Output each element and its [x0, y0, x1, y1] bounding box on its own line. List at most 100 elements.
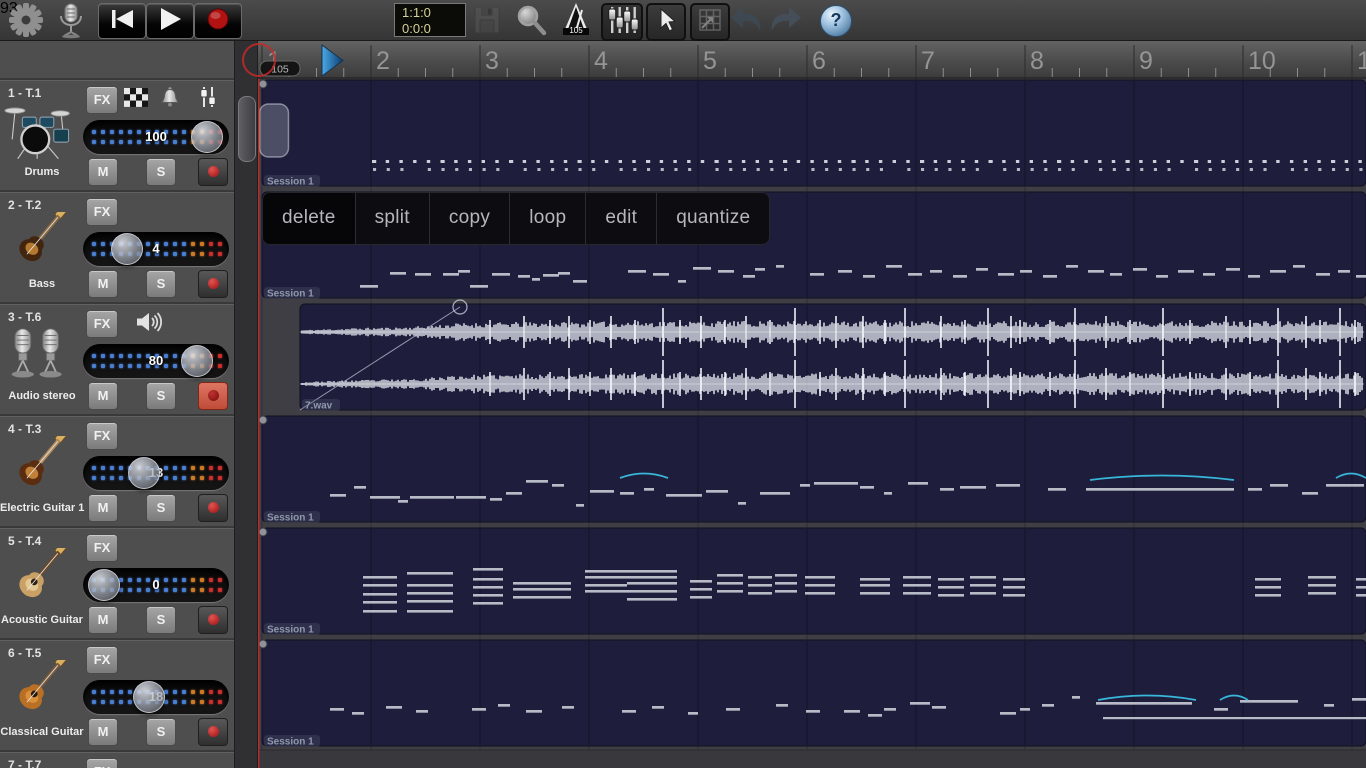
track-solo-button[interactable]: S	[146, 606, 176, 634]
mixer-button[interactable]	[601, 3, 643, 41]
midi-note	[330, 708, 344, 711]
track-record-arm-button[interactable]	[198, 606, 228, 634]
chord-note	[748, 584, 772, 587]
track-volume-slider[interactable]: 0	[83, 568, 229, 602]
pointer-tool-button[interactable]	[646, 3, 686, 41]
track-record-arm-button[interactable]	[198, 270, 228, 298]
track-fx-button[interactable]: FX	[86, 310, 118, 338]
drum-hit	[728, 160, 731, 163]
slider-knob[interactable]	[181, 345, 213, 377]
track-solo-button[interactable]: S	[146, 382, 176, 410]
track-mute-button[interactable]: M	[88, 270, 118, 298]
record-button[interactable]	[194, 3, 242, 39]
export-tool-button[interactable]	[690, 3, 730, 41]
track-fx-button[interactable]: FX	[86, 86, 118, 114]
track-solo-button[interactable]: S	[146, 270, 176, 298]
track-record-arm-button[interactable]	[198, 158, 228, 186]
midi-note	[844, 710, 860, 713]
clip-chords[interactable]	[262, 528, 1366, 634]
help-glyph: ?	[831, 10, 842, 30]
chord-note	[970, 576, 996, 579]
microphone-icon[interactable]	[56, 2, 86, 44]
context-menu-item-split[interactable]: split	[355, 193, 429, 244]
bell-icon[interactable]	[157, 86, 183, 113]
drum-hit	[620, 168, 623, 171]
slider-dot	[101, 700, 105, 704]
undo-icon[interactable]	[730, 6, 764, 39]
track-fx-button[interactable]: FX	[86, 646, 118, 674]
slider-dot	[119, 364, 123, 368]
track-fx-button[interactable]: FX	[86, 422, 118, 450]
track-fx-button[interactable]: FX	[86, 758, 118, 768]
zoom-magnifier-icon[interactable]	[514, 3, 548, 42]
track-fx-button[interactable]: FX	[86, 198, 118, 226]
context-menu-item-delete[interactable]: delete	[263, 193, 355, 244]
row-handle-dot[interactable]	[259, 528, 267, 536]
context-menu-item-quantize[interactable]: quantize	[656, 193, 769, 244]
instrument-image-bass[interactable]	[2, 212, 76, 279]
track-fx-button[interactable]: FX	[86, 534, 118, 562]
context-menu-item-copy[interactable]: copy	[429, 193, 509, 244]
slider-knob[interactable]	[133, 681, 165, 713]
clip-notes[interactable]	[262, 416, 1366, 522]
clip-resize-handle[interactable]	[260, 104, 289, 157]
scrollbar-thumb[interactable]	[238, 96, 256, 162]
row-handle-dot[interactable]	[259, 640, 267, 648]
track-mute-button[interactable]: M	[88, 494, 118, 522]
slider-knob[interactable]	[128, 457, 160, 489]
chord-note	[363, 601, 397, 604]
slider-dot	[173, 588, 177, 592]
clip-audio[interactable]	[300, 304, 1366, 410]
midi-note	[470, 285, 488, 288]
settings-gear-icon[interactable]	[8, 2, 44, 43]
track-record-arm-button[interactable]	[198, 718, 228, 746]
context-menu-item-loop[interactable]: loop	[509, 193, 585, 244]
slider-dot	[164, 252, 168, 256]
track-solo-button[interactable]: S	[146, 494, 176, 522]
row-handle-dot[interactable]	[259, 416, 267, 424]
play-button[interactable]	[146, 3, 194, 39]
chord-note	[627, 598, 677, 601]
track-mute-button[interactable]: M	[88, 382, 118, 410]
track-mute-button[interactable]: M	[88, 606, 118, 634]
slider-knob[interactable]	[88, 569, 120, 601]
stepseq-icon[interactable]	[124, 88, 148, 112]
instrument-image-mics[interactable]	[2, 324, 76, 387]
instrument-image-eguitar[interactable]	[2, 436, 76, 503]
slider-knob[interactable]	[191, 121, 223, 153]
redo-icon[interactable]	[768, 6, 802, 39]
slider-dot	[155, 252, 159, 256]
controls-icon[interactable]	[198, 85, 218, 114]
drum-hit	[1016, 160, 1019, 163]
instrument-image-aguitar[interactable]	[2, 548, 76, 615]
midi-note	[1302, 492, 1318, 495]
slider-knob[interactable]	[111, 233, 143, 265]
chord-note	[363, 576, 397, 579]
chord-note	[1308, 584, 1336, 587]
track-volume-slider[interactable]: 13	[83, 456, 229, 490]
clip-notes[interactable]	[262, 640, 1366, 746]
metronome-icon[interactable]	[556, 2, 596, 43]
speaker-icon[interactable]	[134, 310, 164, 339]
track-record-arm-button[interactable]	[198, 382, 228, 410]
track-record-arm-button[interactable]	[198, 494, 228, 522]
context-menu-item-edit[interactable]: edit	[585, 193, 656, 244]
track-solo-button[interactable]: S	[146, 158, 176, 186]
chord-note	[748, 576, 772, 579]
track-volume-slider[interactable]: 80	[83, 344, 229, 378]
track-solo-button[interactable]: S	[146, 718, 176, 746]
track-volume-slider[interactable]: 18	[83, 680, 229, 714]
track-volume-slider[interactable]: 100	[83, 120, 229, 154]
track-mute-button[interactable]: M	[88, 718, 118, 746]
track-mute-button[interactable]: M	[88, 158, 118, 186]
instrument-image-cguitar[interactable]	[2, 660, 76, 727]
row-handle-dot[interactable]	[259, 80, 267, 88]
track-volume-slider[interactable]: 4	[83, 232, 229, 266]
chord-note	[1308, 592, 1336, 595]
chord-note	[585, 576, 627, 579]
instrument-image-drums[interactable]	[2, 100, 76, 167]
drum-hit	[1195, 168, 1198, 171]
help-button[interactable]: ?	[820, 5, 852, 37]
save-icon[interactable]	[472, 4, 502, 41]
skip-to-start-button[interactable]	[98, 3, 146, 39]
